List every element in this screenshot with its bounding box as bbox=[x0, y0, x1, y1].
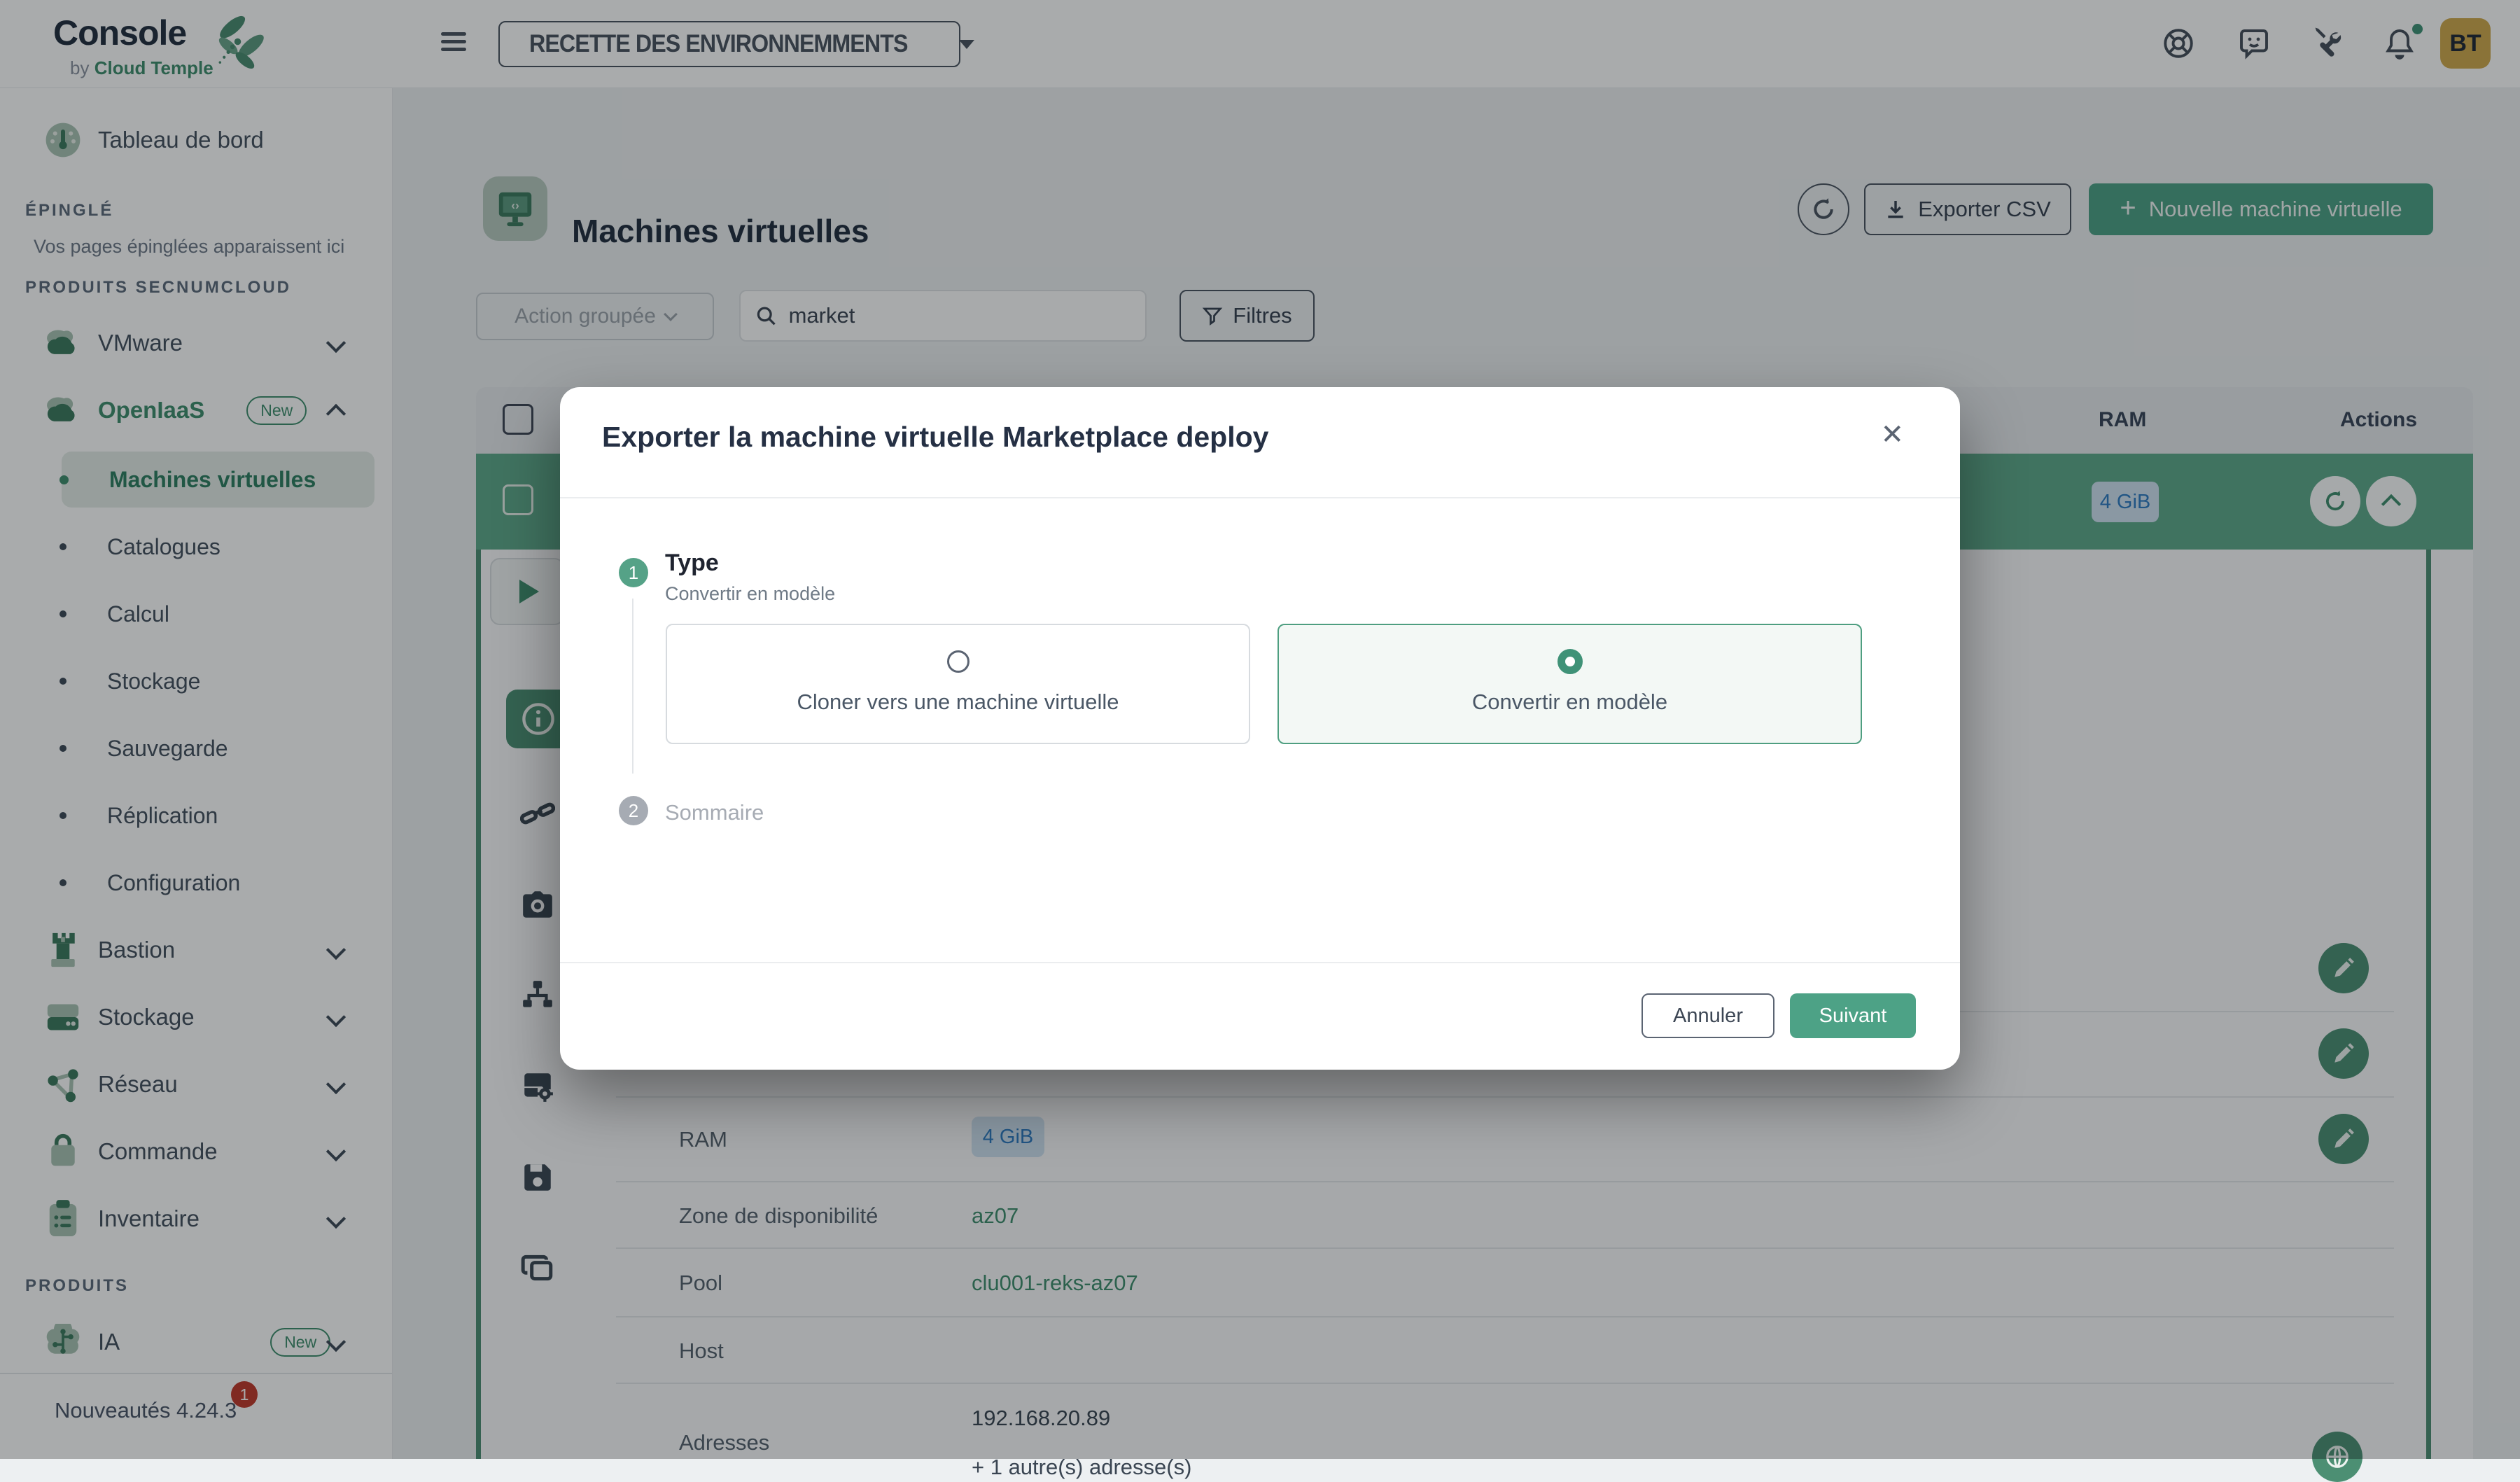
modal-header-divider bbox=[560, 497, 1960, 498]
step1-title: Type bbox=[665, 550, 719, 577]
console-app: Console by Cloud Temple RECETTE DES ENVI… bbox=[0, 0, 2520, 1459]
close-icon[interactable]: ✕ bbox=[1880, 421, 1904, 449]
radio-unselected-icon[interactable] bbox=[947, 650, 969, 673]
cancel-button[interactable]: Annuler bbox=[1642, 993, 1774, 1038]
step2-title: Sommaire bbox=[665, 800, 764, 825]
step1-subtitle: Convertir en modèle bbox=[665, 583, 835, 605]
step-connector bbox=[632, 599, 634, 774]
option-convert-label: Convertir en modèle bbox=[1279, 690, 1861, 715]
export-vm-modal: Exporter la machine virtuelle Marketplac… bbox=[560, 387, 1960, 1070]
next-button[interactable]: Suivant bbox=[1790, 993, 1916, 1038]
step2-badge: 2 bbox=[619, 796, 648, 825]
modal-footer-divider bbox=[560, 962, 1960, 963]
option-clone-card[interactable]: Cloner vers une machine virtuelle bbox=[666, 624, 1250, 744]
radio-selected-icon[interactable] bbox=[1558, 649, 1583, 674]
step1-badge: 1 bbox=[619, 558, 648, 587]
option-convert-card[interactable]: Convertir en modèle bbox=[1278, 624, 1862, 744]
option-clone-label: Cloner vers une machine virtuelle bbox=[667, 690, 1249, 715]
modal-title: Exporter la machine virtuelle Marketplac… bbox=[602, 421, 1268, 454]
